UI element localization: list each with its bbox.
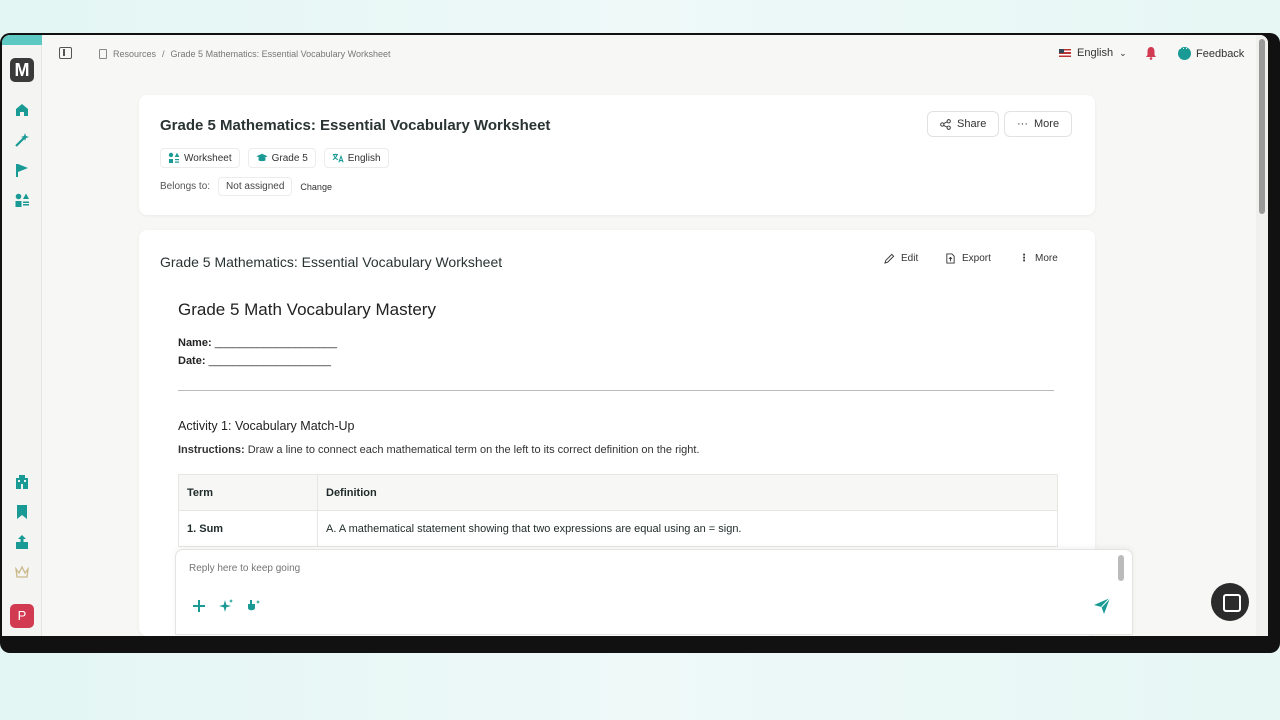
magic-wand-icon[interactable] xyxy=(14,132,30,148)
share-button[interactable]: Share xyxy=(927,111,1000,137)
more-label: More xyxy=(1035,253,1058,264)
date-blank: ____________________ xyxy=(208,355,331,367)
tag-label: Grade 5 xyxy=(271,152,308,164)
worksheet-heading: Grade 5 Math Vocabulary Mastery xyxy=(178,300,436,319)
support-chat-button[interactable] xyxy=(1211,583,1249,621)
date-field: Date: ____________________ xyxy=(178,352,1054,370)
tag-label: English xyxy=(347,152,381,164)
more-button[interactable]: ··· More xyxy=(1004,111,1073,137)
language-label: English xyxy=(1077,47,1114,59)
sidebar: M P xyxy=(2,35,42,636)
page-scrollbar[interactable] xyxy=(1256,35,1268,636)
resource-header-card: Grade 5 Mathematics: Essential Vocabular… xyxy=(139,95,1095,215)
share-box-icon[interactable] xyxy=(14,534,30,550)
column-header-definition: Definition xyxy=(317,474,1058,511)
name-blank: ____________________ xyxy=(214,337,338,349)
plus-icon[interactable] xyxy=(191,598,207,614)
share-label: Share xyxy=(957,118,987,130)
worksheet-icon xyxy=(168,152,180,163)
tag-grade[interactable]: Grade 5 xyxy=(247,148,316,168)
edit-button[interactable]: Edit xyxy=(884,253,918,264)
instructions-text: Draw a line to connect each mathematical… xyxy=(247,444,700,456)
reply-composer xyxy=(175,549,1133,635)
resource-title: Grade 5 Mathematics: Essential Vocabular… xyxy=(160,117,551,134)
definition-cell: A. A mathematical statement showing that… xyxy=(317,510,1058,547)
crown-icon[interactable] xyxy=(14,564,30,580)
tag-worksheet[interactable]: Worksheet xyxy=(160,148,240,168)
instructions-label: Instructions: xyxy=(178,444,245,456)
feedback-button[interactable]: Feedback xyxy=(1178,43,1245,60)
sparkle-icon[interactable] xyxy=(218,598,234,614)
content-title: Grade 5 Mathematics: Essential Vocabular… xyxy=(160,254,503,270)
share-icon xyxy=(940,118,951,130)
magic-brush-icon[interactable] xyxy=(245,598,261,614)
resources-icon[interactable] xyxy=(14,192,30,208)
change-link[interactable]: Change xyxy=(300,182,332,192)
chat-bubble-icon xyxy=(1178,43,1191,60)
app-screen: M P Resources / Grade 5 Mathematics: Ess… xyxy=(2,35,1268,636)
content-more-button[interactable]: ⋮ More xyxy=(1019,253,1058,264)
belongs-label: Belongs to: xyxy=(160,181,211,192)
sidebar-accent xyxy=(2,35,42,45)
reply-input[interactable] xyxy=(189,563,1089,574)
breadcrumb-separator: / xyxy=(162,49,165,59)
bookmark-icon[interactable] xyxy=(14,504,30,520)
composer-scrollbar[interactable] xyxy=(1118,555,1124,581)
ellipsis-icon: ··· xyxy=(1017,118,1028,130)
date-label: Date: xyxy=(178,355,206,367)
send-icon[interactable] xyxy=(1092,596,1112,616)
worksheet-document: Grade 5 Math Vocabulary Mastery Name: __… xyxy=(178,300,1058,547)
table-row: 1. Sum A. A mathematical statement showi… xyxy=(178,510,1058,547)
flag-icon[interactable] xyxy=(14,162,30,178)
edit-label: Edit xyxy=(901,253,919,264)
export-label: Export xyxy=(962,253,991,264)
chevron-down-icon: ⌄ xyxy=(1119,47,1127,58)
more-label: More xyxy=(1034,118,1060,130)
instructions: Instructions: Draw a line to connect eac… xyxy=(178,444,1054,456)
top-bar: Resources / Grade 5 Mathematics: Essenti… xyxy=(42,35,1256,73)
us-flag-icon xyxy=(1059,49,1071,57)
column-header-term: Term xyxy=(178,474,318,511)
tag-language[interactable]: English xyxy=(323,148,389,168)
notification-bell-icon[interactable] xyxy=(1145,46,1157,60)
vocabulary-table: Term Definition 1. Sum A. A mathematical… xyxy=(178,474,1058,547)
home-icon[interactable] xyxy=(14,102,30,118)
export-button[interactable]: Export xyxy=(945,253,991,264)
document-icon xyxy=(99,49,107,59)
belongs-to-row: Belongs to: Not assigned Change xyxy=(160,177,332,196)
breadcrumb-root[interactable]: Resources xyxy=(113,49,156,59)
activity-title: Activity 1: Vocabulary Match-Up xyxy=(178,419,355,433)
feedback-label: Feedback xyxy=(1196,47,1245,60)
pencil-icon xyxy=(884,253,895,264)
breadcrumb-current: Grade 5 Mathematics: Essential Vocabular… xyxy=(170,49,391,59)
belongs-value: Not assigned xyxy=(218,177,293,196)
app-logo[interactable]: M xyxy=(10,58,34,82)
tag-list: Worksheet Grade 5 English xyxy=(160,148,389,168)
graduation-cap-icon xyxy=(256,153,268,162)
name-label: Name: xyxy=(178,337,212,349)
sidebar-toggle-icon[interactable] xyxy=(59,47,72,59)
name-field: Name: ____________________ xyxy=(178,334,1054,352)
table-header-row: Term Definition xyxy=(178,474,1058,511)
export-icon xyxy=(946,253,955,264)
school-icon[interactable] xyxy=(14,474,30,490)
breadcrumb: Resources / Grade 5 Mathematics: Essenti… xyxy=(99,49,390,59)
term-cell: 1. Sum xyxy=(178,510,318,547)
user-avatar[interactable]: P xyxy=(10,604,34,628)
translate-icon xyxy=(332,153,344,163)
vertical-ellipsis-icon: ⋮ xyxy=(1019,253,1029,264)
tag-label: Worksheet xyxy=(184,152,232,164)
scrollbar-thumb[interactable] xyxy=(1259,39,1265,214)
language-selector[interactable]: English ⌄ xyxy=(1059,47,1127,59)
divider xyxy=(178,390,1054,391)
